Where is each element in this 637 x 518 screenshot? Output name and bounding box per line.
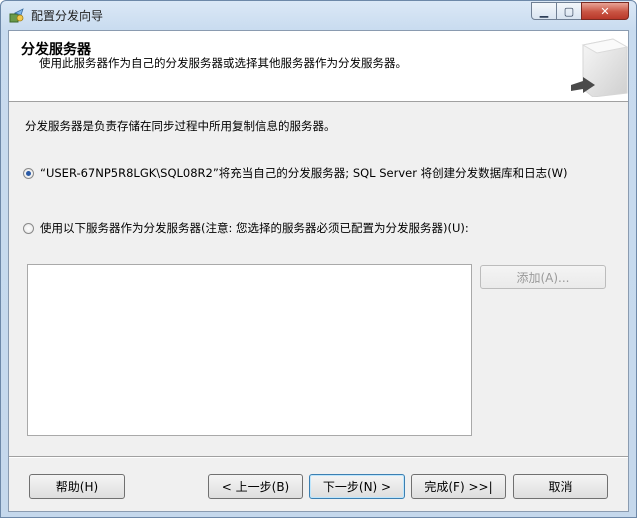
option-other-distributor[interactable]: 使用以下服务器作为分发服务器(注意: 您选择的服务器必须已配置为分发服务器)(U… — [23, 220, 469, 236]
option-other-label: 使用以下服务器作为分发服务器(注意: 您选择的服务器必须已配置为分发服务器)(U… — [40, 221, 469, 235]
option-self-distributor[interactable]: “USER-67NP5R8LGK\SQL08R2”将充当自己的分发服务器; SQ… — [23, 165, 567, 181]
radio-other-distributor[interactable] — [23, 222, 34, 234]
wizard-client-area: 分发服务器 使用此服务器作为自己的分发服务器或选择其他服务器作为分发服务器。 分… — [8, 30, 629, 512]
next-button[interactable]: 下一步(N) > — [309, 474, 405, 499]
add-server-button[interactable]: 添加(A)... — [480, 265, 606, 289]
server-graphic-icon — [571, 38, 629, 97]
wizard-window: 配置分发向导 ▁ ▢ ✕ 分发服务器 使用此服务器作为自己的分发服务器或选择其他… — [0, 0, 637, 518]
minimize-icon: ▁ — [539, 4, 549, 18]
close-button[interactable]: ✕ — [581, 2, 629, 20]
finish-button[interactable]: 完成(F) >>| — [411, 474, 506, 499]
page-subtitle: 使用此服务器作为自己的分发服务器或选择其他服务器作为分发服务器。 — [39, 56, 407, 70]
distributor-server-list[interactable] — [27, 264, 472, 436]
maximize-icon: ▢ — [563, 4, 575, 18]
title-bar[interactable]: 配置分发向导 ▁ ▢ ✕ — [1, 1, 636, 29]
radio-self-distributor[interactable] — [23, 167, 34, 179]
wizard-header: 分发服务器 使用此服务器作为自己的分发服务器或选择其他服务器作为分发服务器。 — [9, 31, 629, 102]
back-button[interactable]: < 上一步(B) — [208, 474, 303, 499]
close-icon: ✕ — [600, 4, 610, 18]
cancel-button[interactable]: 取消 — [513, 474, 608, 499]
help-button[interactable]: 帮助(H) — [29, 474, 125, 499]
maximize-button[interactable]: ▢ — [556, 2, 582, 20]
distributor-description: 分发服务器是负责存储在同步过程中所用复制信息的服务器。 — [25, 119, 336, 133]
option-self-label: “USER-67NP5R8LGK\SQL08R2”将充当自己的分发服务器; SQ… — [40, 166, 568, 180]
window-title: 配置分发向导 — [31, 9, 104, 23]
footer-separator — [9, 456, 628, 458]
wizard-app-icon — [9, 8, 24, 23]
minimize-button[interactable]: ▁ — [531, 2, 557, 20]
